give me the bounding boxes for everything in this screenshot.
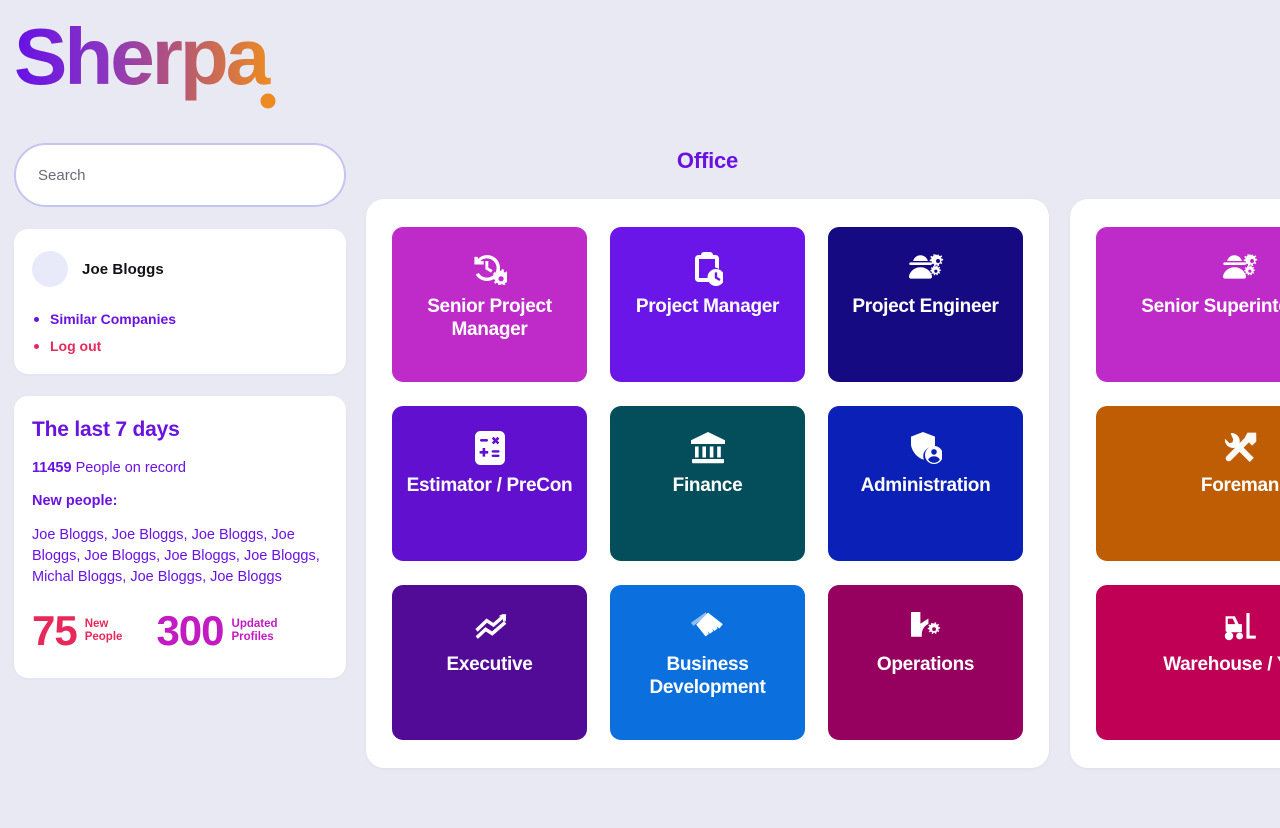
role-tile[interactable]: Operations bbox=[828, 585, 1023, 740]
role-tile[interactable]: Senior Project Manager bbox=[392, 227, 587, 382]
people-on-record-count: 11459 bbox=[32, 460, 72, 476]
role-tile-label: Executive bbox=[446, 654, 533, 675]
role-tile-label: Operations bbox=[876, 654, 975, 675]
bank-icon bbox=[690, 430, 726, 466]
field-panel: Senior Superintendent Foreman Warehouse / … bbox=[1070, 199, 1280, 768]
shield-user-icon bbox=[910, 430, 942, 466]
role-tile[interactable]: Estimator / PreCon bbox=[392, 406, 587, 561]
office-section-title: Office bbox=[676, 148, 739, 173]
role-tile[interactable]: Project Manager bbox=[610, 227, 805, 382]
user-name: Joe Bloggs bbox=[82, 260, 164, 278]
worker-gears-icon bbox=[908, 251, 944, 287]
stats-highlights: 75 New People 300 Updated Profiles bbox=[32, 610, 328, 652]
stat-updated-profiles: 300 Updated Profiles bbox=[156, 610, 277, 652]
people-on-record-label: People on record bbox=[75, 460, 186, 476]
similar-companies-link[interactable]: Similar Companies bbox=[32, 311, 328, 327]
new-people-heading: New people: bbox=[32, 493, 118, 509]
user-card: Joe Bloggs Similar Companies Log out bbox=[14, 229, 346, 374]
sherpa-wordmark-icon: Sherpa bbox=[14, 16, 276, 109]
role-tile[interactable]: Administration bbox=[828, 406, 1023, 561]
user-links: Similar Companies Log out bbox=[32, 311, 328, 354]
office-tile-grid: Senior Project Manager Project Manager Pro… bbox=[392, 227, 1023, 740]
clock-rotate-gear-icon bbox=[473, 251, 507, 287]
sidebar: Joe Bloggs Similar Companies Log out The… bbox=[14, 143, 346, 678]
role-tile-label: Estimator / PreCon bbox=[406, 475, 573, 496]
role-tile[interactable]: Senior Superintendent bbox=[1096, 227, 1280, 382]
stats-card: The last 7 days 11459 People on record N… bbox=[14, 396, 346, 678]
industry-gear-icon bbox=[910, 609, 942, 645]
worker-gears-icon bbox=[1222, 251, 1258, 287]
stat-new-people-value: 75 bbox=[32, 607, 78, 654]
role-tile[interactable]: Business Development bbox=[610, 585, 805, 740]
stats-title: The last 7 days bbox=[32, 418, 180, 441]
logout-link[interactable]: Log out bbox=[32, 338, 328, 354]
role-tile-label: Business Development bbox=[649, 654, 766, 698]
handshake-icon bbox=[690, 609, 725, 645]
svg-text:Sherpa: Sherpa bbox=[14, 16, 271, 101]
office-panel: Senior Project Manager Project Manager Pro… bbox=[366, 199, 1049, 768]
role-tile-label: Senior Superintendent bbox=[1141, 296, 1280, 317]
stat-new-people-label-line2: People bbox=[84, 631, 123, 643]
role-tile[interactable]: Foreman bbox=[1096, 406, 1280, 561]
stat-updated-profiles-label-line2: Profiles bbox=[231, 631, 274, 643]
role-tile-label: Project Engineer bbox=[852, 296, 999, 317]
stat-new-people-label: New People bbox=[85, 618, 123, 644]
stat-new-people-label-line1: New bbox=[84, 618, 109, 630]
user-row: Joe Bloggs bbox=[32, 251, 328, 287]
calculator-icon bbox=[474, 430, 505, 466]
role-tile-label: Foreman bbox=[1200, 475, 1280, 496]
role-tile[interactable]: Warehouse / Yard bbox=[1096, 585, 1280, 740]
role-tile[interactable]: Executive bbox=[392, 585, 587, 740]
stat-updated-profiles-value: 300 bbox=[156, 607, 224, 654]
new-people-names: Joe Bloggs, Joe Bloggs, Joe Bloggs, Joe … bbox=[32, 527, 320, 585]
search-input[interactable] bbox=[14, 143, 346, 207]
stat-updated-profiles-label-line1: Updated bbox=[231, 618, 278, 630]
app-logo[interactable]: Sherpa bbox=[14, 14, 284, 118]
chart-line-up-icon bbox=[473, 609, 507, 645]
people-on-record: 11459 People on record bbox=[32, 460, 328, 476]
role-tile[interactable]: Project Engineer bbox=[828, 227, 1023, 382]
role-tile[interactable]: Finance bbox=[610, 406, 805, 561]
role-tile-label: Finance bbox=[672, 475, 743, 496]
clipboard-clock-icon bbox=[693, 251, 723, 287]
role-tile-label: Senior Project Manager bbox=[427, 296, 552, 340]
stat-updated-profiles-label: Updated Profiles bbox=[232, 618, 278, 644]
role-tile-label: Administration bbox=[860, 475, 991, 496]
field-tile-grid: Senior Superintendent Foreman Warehouse / … bbox=[1096, 227, 1280, 740]
forklift-icon bbox=[1223, 609, 1257, 645]
hammer-wrench-icon bbox=[1223, 430, 1257, 466]
avatar bbox=[32, 251, 68, 287]
stat-new-people: 75 New People bbox=[32, 610, 122, 652]
role-tile-label: Warehouse / Yard bbox=[1163, 654, 1280, 675]
role-tile-label: Project Manager bbox=[635, 296, 780, 317]
